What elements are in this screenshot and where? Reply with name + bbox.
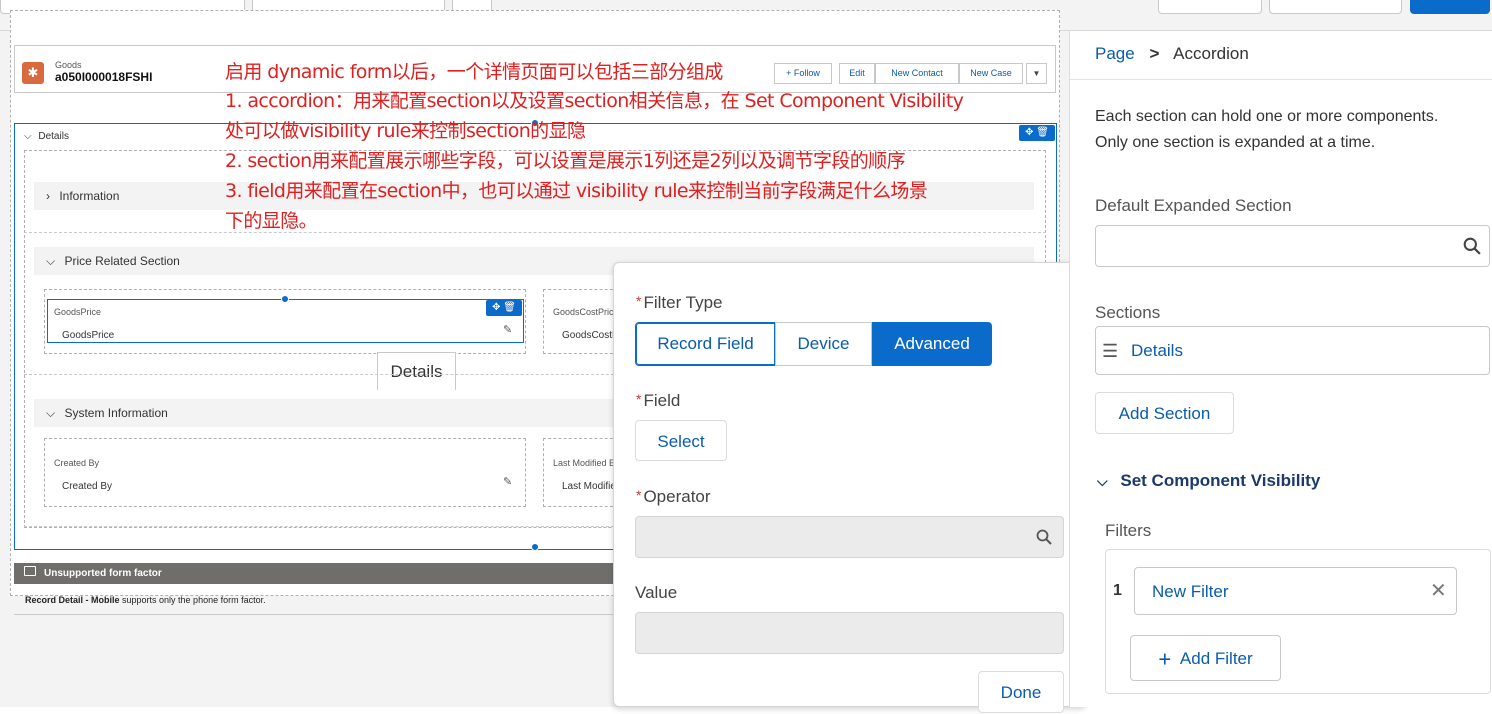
goods-object-icon: ✱ xyxy=(22,62,44,84)
save-button[interactable] xyxy=(1410,0,1490,14)
operator-label: * Operator xyxy=(636,487,711,506)
section-item-details[interactable]: Details xyxy=(1131,341,1183,361)
operator-input xyxy=(635,516,1064,558)
chevron-down-icon: ⌵ xyxy=(46,406,56,420)
field-label-text: Field xyxy=(643,391,681,410)
record-name: a050I000018FSHI xyxy=(55,70,153,84)
delete-icon[interactable]: 🗑 xyxy=(1036,127,1049,138)
sections-label: Sections xyxy=(1095,303,1161,322)
section-label: Price Related Section xyxy=(64,254,180,268)
field-label: * Field xyxy=(636,391,681,410)
visibility-toggle[interactable]: ⌵ Set Component Visibility xyxy=(1097,471,1320,491)
delete-icon[interactable]: 🗑 xyxy=(503,302,516,313)
value-label: Value xyxy=(635,583,678,602)
toolbar-button[interactable] xyxy=(1269,0,1402,14)
field-value: GoodsCostP xyxy=(562,330,619,341)
mobile-note-text: supports only the phone form factor. xyxy=(119,595,266,605)
value-input xyxy=(635,612,1064,654)
visibility-heading: Set Component Visibility xyxy=(1120,471,1321,490)
follow-label: Follow xyxy=(793,68,820,78)
object-type-label: Goods xyxy=(55,60,82,70)
default-expanded-input[interactable] xyxy=(1095,225,1490,267)
divider xyxy=(24,526,614,527)
search-icon xyxy=(1036,529,1052,545)
details-accordion-toggle[interactable]: ⌵ Details xyxy=(24,131,69,142)
new-case-button[interactable]: New Case xyxy=(959,63,1023,84)
annotation-line: 下的显隐。 xyxy=(225,210,318,232)
field-column-right xyxy=(543,289,618,354)
toolbar-button[interactable] xyxy=(1158,0,1262,14)
breadcrumb-current: Accordion xyxy=(1173,44,1249,63)
mobile-note-bold: Record Detail - Mobile xyxy=(25,595,120,605)
close-icon[interactable]: ✕ xyxy=(1430,578,1447,603)
field-last-modified-by[interactable] xyxy=(543,438,618,507)
filter-type-device[interactable]: Device xyxy=(775,322,872,366)
add-section-button[interactable]: Add Section xyxy=(1095,392,1234,434)
filter-index: 1 xyxy=(1113,582,1122,599)
divider xyxy=(1070,79,1492,80)
field-label: GoodsCostPric xyxy=(553,307,614,317)
details-tab[interactable]: Details xyxy=(377,352,456,390)
field-value: GoodsPrice xyxy=(62,330,115,341)
chevron-down-icon: ⌵ xyxy=(46,254,56,268)
divider xyxy=(24,232,1046,233)
annotation-line: 启用 dynamic form以后，一个详情页面可以包括三部分组成 xyxy=(225,61,723,83)
chevron-down-icon: ⌵ xyxy=(1097,473,1108,489)
mobile-note: Record Detail - Mobile supports only the… xyxy=(25,595,266,605)
edit-pencil-icon[interactable]: ✎ xyxy=(503,475,512,488)
field-label: Created By xyxy=(54,458,100,468)
field-goods-price[interactable] xyxy=(47,299,524,343)
filter-name-link[interactable]: New Filter xyxy=(1152,582,1229,602)
field-label: Last Modified B xyxy=(553,458,616,468)
filter-type-label-text: Filter Type xyxy=(643,293,723,312)
chevron-down-icon[interactable]: ▼ xyxy=(1026,63,1047,84)
panel-description: Only one section is expanded at a time. xyxy=(1095,134,1376,151)
edit-button[interactable]: Edit xyxy=(839,63,875,84)
divider xyxy=(14,614,614,615)
annotation-line: 3. field用来配置在section中，也可以通过 visibility r… xyxy=(225,180,928,202)
field-label: GoodsPrice xyxy=(54,307,102,317)
edit-pencil-icon[interactable]: ✎ xyxy=(503,323,512,336)
resize-handle[interactable] xyxy=(281,295,289,303)
move-icon[interactable]: ✥ xyxy=(492,302,500,313)
add-filter-label: Add Filter xyxy=(1179,649,1253,668)
field-tools[interactable]: ✥ 🗑 xyxy=(486,300,522,316)
divider xyxy=(24,374,614,375)
desktop-icon xyxy=(24,566,36,576)
filter-type-record-field[interactable]: Record Field xyxy=(635,322,776,366)
field-value: Last Modifie xyxy=(562,481,616,492)
filter-type-advanced[interactable]: Advanced xyxy=(872,322,992,366)
resize-handle[interactable] xyxy=(531,543,539,551)
field-created-by[interactable] xyxy=(44,438,526,507)
annotation-line: 2. section用来配置展示哪些字段，可以设置是展示1列还是2列以及调节字段… xyxy=(225,150,906,172)
details-accordion-label: Details xyxy=(38,131,69,142)
chevron-down-icon: ⌵ xyxy=(24,131,32,142)
filter-type-label: * Filter Type xyxy=(636,293,723,312)
chevron-right-icon: › xyxy=(46,189,50,203)
breadcrumb-page-link[interactable]: Page xyxy=(1095,44,1135,63)
follow-button[interactable]: + Follow xyxy=(774,63,832,84)
drag-handle-icon[interactable]: ☰ xyxy=(1102,341,1118,362)
plus-icon: + xyxy=(1158,646,1172,672)
annotation-line: 处可以做visibility rule来控制section的显隐 xyxy=(225,120,586,142)
panel-description: Each section can hold one or more compon… xyxy=(1095,108,1439,125)
breadcrumb-separator: > xyxy=(1149,44,1160,63)
add-filter-button[interactable]: + Add Filter xyxy=(1130,635,1281,681)
select-field-button[interactable]: Select xyxy=(635,420,727,461)
breadcrumb: Page > Accordion xyxy=(1095,44,1249,64)
field-value: Created By xyxy=(62,481,113,492)
filters-label: Filters xyxy=(1105,521,1152,540)
component-tools[interactable]: ✥ 🗑 xyxy=(1019,125,1055,141)
new-contact-button[interactable]: New Contact xyxy=(875,63,959,84)
search-icon xyxy=(1463,237,1481,255)
section-label: Information xyxy=(59,189,120,203)
move-icon[interactable]: ✥ xyxy=(1025,127,1033,138)
default-expanded-label: Default Expanded Section xyxy=(1095,196,1292,215)
operator-label-text: Operator xyxy=(643,487,711,506)
annotation-line: 1. accordion：用来配置section以及设置section相关信息，… xyxy=(225,90,964,112)
unsupported-banner: Unsupported form factor xyxy=(14,563,614,584)
section-label: System Information xyxy=(64,406,168,420)
